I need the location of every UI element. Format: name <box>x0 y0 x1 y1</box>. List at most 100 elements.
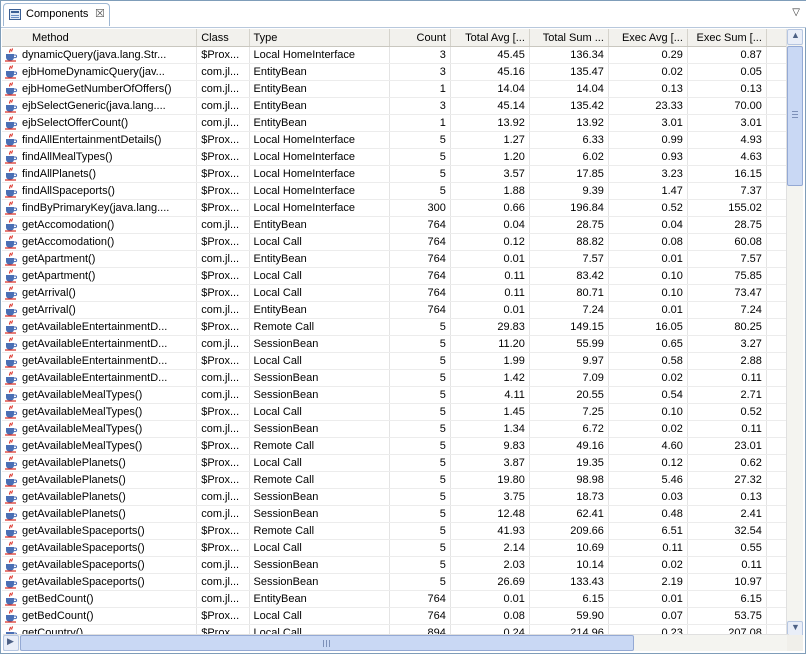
table-row[interactable]: ejbSelectGeneric(java.lang.... com.jl... E… <box>2 97 788 115</box>
cell-total-sum: 135.42 <box>529 97 609 115</box>
cell-total-sum: 136.34 <box>529 46 609 64</box>
components-table-area: Method Class Type Count Total Avg [... T… <box>2 29 788 638</box>
cell-total-avg: 1.27 <box>450 131 530 149</box>
table-row[interactable]: getApartment() com.jl... EntityBean 764 0.01… <box>2 250 788 268</box>
cell-exec-avg: 0.04 <box>608 216 688 234</box>
method-name: getBedCount() <box>22 609 94 622</box>
cell-type: EntityBean <box>249 63 390 81</box>
cell-method: getAvailableEntertainmentD... <box>2 369 198 387</box>
table-row[interactable]: getAvailableMealTypes() $Prox... Local Cal… <box>2 403 788 421</box>
cell-exec-avg: 16.05 <box>608 318 688 336</box>
table-row[interactable]: findByPrimaryKey(java.lang.... $Prox... Lo… <box>2 199 788 217</box>
cell-total-avg: 0.11 <box>450 284 530 302</box>
column-header-class[interactable]: Class <box>196 29 250 47</box>
table-row[interactable]: ejbSelectOfferCount() com.jl... EntityBean… <box>2 114 788 132</box>
cell-exec-sum: 60.08 <box>687 233 767 251</box>
table-row[interactable]: getApartment() $Prox... Local Call 764 0.11 8… <box>2 267 788 285</box>
table-row[interactable]: ejbHomeDynamicQuery(jav... com.jl... Entit… <box>2 63 788 81</box>
cell-method: getAvailableSpaceports() <box>2 522 198 540</box>
table-row[interactable]: getBedCount() $Prox... Local Call 764 0.08 59… <box>2 607 788 625</box>
table-row[interactable]: getBedCount() com.jl... EntityBean 764 0.01 6… <box>2 590 788 608</box>
table-row[interactable]: getAvailablePlanets() com.jl... SessionBea… <box>2 488 788 506</box>
cell-type: Local HomeInterface <box>249 46 390 64</box>
cell-class: com.jl... <box>196 386 250 404</box>
table-row[interactable]: findAllPlanets() $Prox... Local HomeInterf… <box>2 165 788 183</box>
column-header-total-avg[interactable]: Total Avg [... <box>450 29 530 47</box>
table-row[interactable]: ejbHomeGetNumberOfOffers() com.jl... Entit… <box>2 80 788 98</box>
cell-exec-avg: 0.99 <box>608 131 688 149</box>
table-row[interactable]: findAllSpaceports() $Prox... Local HomeInt… <box>2 182 788 200</box>
cell-count: 764 <box>389 233 451 251</box>
table-row[interactable]: dynamicQuery(java.lang.Str... $Prox... Loc… <box>2 46 788 64</box>
table-row[interactable]: getArrival() com.jl... EntityBean 764 0.01 7.… <box>2 301 788 319</box>
horizontal-scrollbar[interactable]: ◀ ▶ <box>3 634 789 651</box>
close-icon[interactable]: ☒ <box>95 7 105 20</box>
table-row[interactable]: getAccomodation() com.jl... EntityBean 764 0… <box>2 216 788 234</box>
cell-exec-sum: 16.15 <box>687 165 767 183</box>
table-row[interactable]: getArrival() $Prox... Local Call 764 0.11 80.… <box>2 284 788 302</box>
cell-method: findAllSpaceports() <box>2 182 198 200</box>
cell-method: getAvailablePlanets() <box>2 471 198 489</box>
cell-filler <box>766 233 788 251</box>
method-name: getAvailablePlanets() <box>22 473 126 486</box>
cell-total-sum: 149.15 <box>529 318 609 336</box>
cell-exec-sum: 0.13 <box>687 488 767 506</box>
cell-filler <box>766 403 788 421</box>
cell-total-sum: 6.02 <box>529 148 609 166</box>
view-menu-icon[interactable]: ▽ <box>792 7 800 18</box>
cell-method: ejbSelectOfferCount() <box>2 114 198 132</box>
cell-class: $Prox... <box>196 437 250 455</box>
table-row[interactable]: getAvailableSpaceports() com.jl... Session… <box>2 573 788 591</box>
column-header-total-sum[interactable]: Total Sum ... <box>529 29 609 47</box>
cell-class: com.jl... <box>196 420 250 438</box>
table-row[interactable]: findAllEntertainmentDetails() $Prox... Loc… <box>2 131 788 149</box>
cell-type: SessionBean <box>249 386 390 404</box>
table-row[interactable]: getAvailableEntertainmentD... com.jl... Se… <box>2 335 788 353</box>
scroll-up-button[interactable]: ▲ <box>787 29 803 45</box>
tab-components[interactable]: Components ☒ <box>3 3 110 26</box>
cell-method: findByPrimaryKey(java.lang.... <box>2 199 198 217</box>
table-row[interactable]: getAvailableMealTypes() com.jl... SessionB… <box>2 420 788 438</box>
cell-total-sum: 49.16 <box>529 437 609 455</box>
table-row[interactable]: getAvailableEntertainmentD... com.jl... Se… <box>2 369 788 387</box>
cell-exec-sum: 3.01 <box>687 114 767 132</box>
table-row[interactable]: getAvailableEntertainmentD... $Prox... Loc… <box>2 352 788 370</box>
horizontal-scroll-thumb[interactable] <box>20 635 634 651</box>
cell-type: Local Call <box>249 539 390 557</box>
table-row[interactable]: getAvailablePlanets() $Prox... Local Call 5… <box>2 454 788 472</box>
java-cup-icon <box>5 439 18 453</box>
cell-total-avg: 0.01 <box>450 250 530 268</box>
table-row[interactable]: getAvailableSpaceports() $Prox... Remote C… <box>2 522 788 540</box>
cell-exec-sum: 6.15 <box>687 590 767 608</box>
cell-exec-sum: 2.41 <box>687 505 767 523</box>
cell-type: SessionBean <box>249 573 390 591</box>
table-row[interactable]: getAvailablePlanets() $Prox... Remote Call… <box>2 471 788 489</box>
components-view-icon <box>9 9 21 20</box>
vertical-scrollbar[interactable]: ▲ ▼ <box>786 29 803 637</box>
column-header-exec-avg[interactable]: Exec Avg [... <box>608 29 688 47</box>
scroll-right-button[interactable]: ▶ <box>3 635 19 651</box>
cell-total-avg: 45.45 <box>450 46 530 64</box>
column-header-count[interactable]: Count <box>389 29 451 47</box>
cell-count: 5 <box>389 471 451 489</box>
cell-exec-avg: 0.12 <box>608 454 688 472</box>
cell-total-sum: 6.15 <box>529 590 609 608</box>
vertical-scroll-thumb[interactable] <box>787 46 803 186</box>
cell-exec-avg: 0.11 <box>608 539 688 557</box>
column-header-method[interactable]: Method <box>2 29 198 47</box>
java-cup-icon <box>5 167 18 181</box>
table-row[interactable]: getAvailableMealTypes() $Prox... Remote Ca… <box>2 437 788 455</box>
table-row[interactable]: getAvailableSpaceports() $Prox... Local Ca… <box>2 539 788 557</box>
cell-exec-sum: 0.55 <box>687 539 767 557</box>
table-row[interactable]: getAvailableEntertainmentD... $Prox... Rem… <box>2 318 788 336</box>
table-row[interactable]: findAllMealTypes() $Prox... Local HomeInte… <box>2 148 788 166</box>
table-row[interactable]: getAvailableMealTypes() com.jl... SessionB… <box>2 386 788 404</box>
table-row[interactable]: getAccomodation() $Prox... Local Call 764 0.… <box>2 233 788 251</box>
column-header-type[interactable]: Type <box>249 29 390 47</box>
table-row[interactable]: getAvailablePlanets() com.jl... SessionBea… <box>2 505 788 523</box>
java-cup-icon <box>5 201 18 215</box>
cell-type: Local Call <box>249 267 390 285</box>
cell-exec-avg: 0.13 <box>608 80 688 98</box>
column-header-exec-sum[interactable]: Exec Sum [... <box>687 29 767 47</box>
table-row[interactable]: getAvailableSpaceports() com.jl... Session… <box>2 556 788 574</box>
